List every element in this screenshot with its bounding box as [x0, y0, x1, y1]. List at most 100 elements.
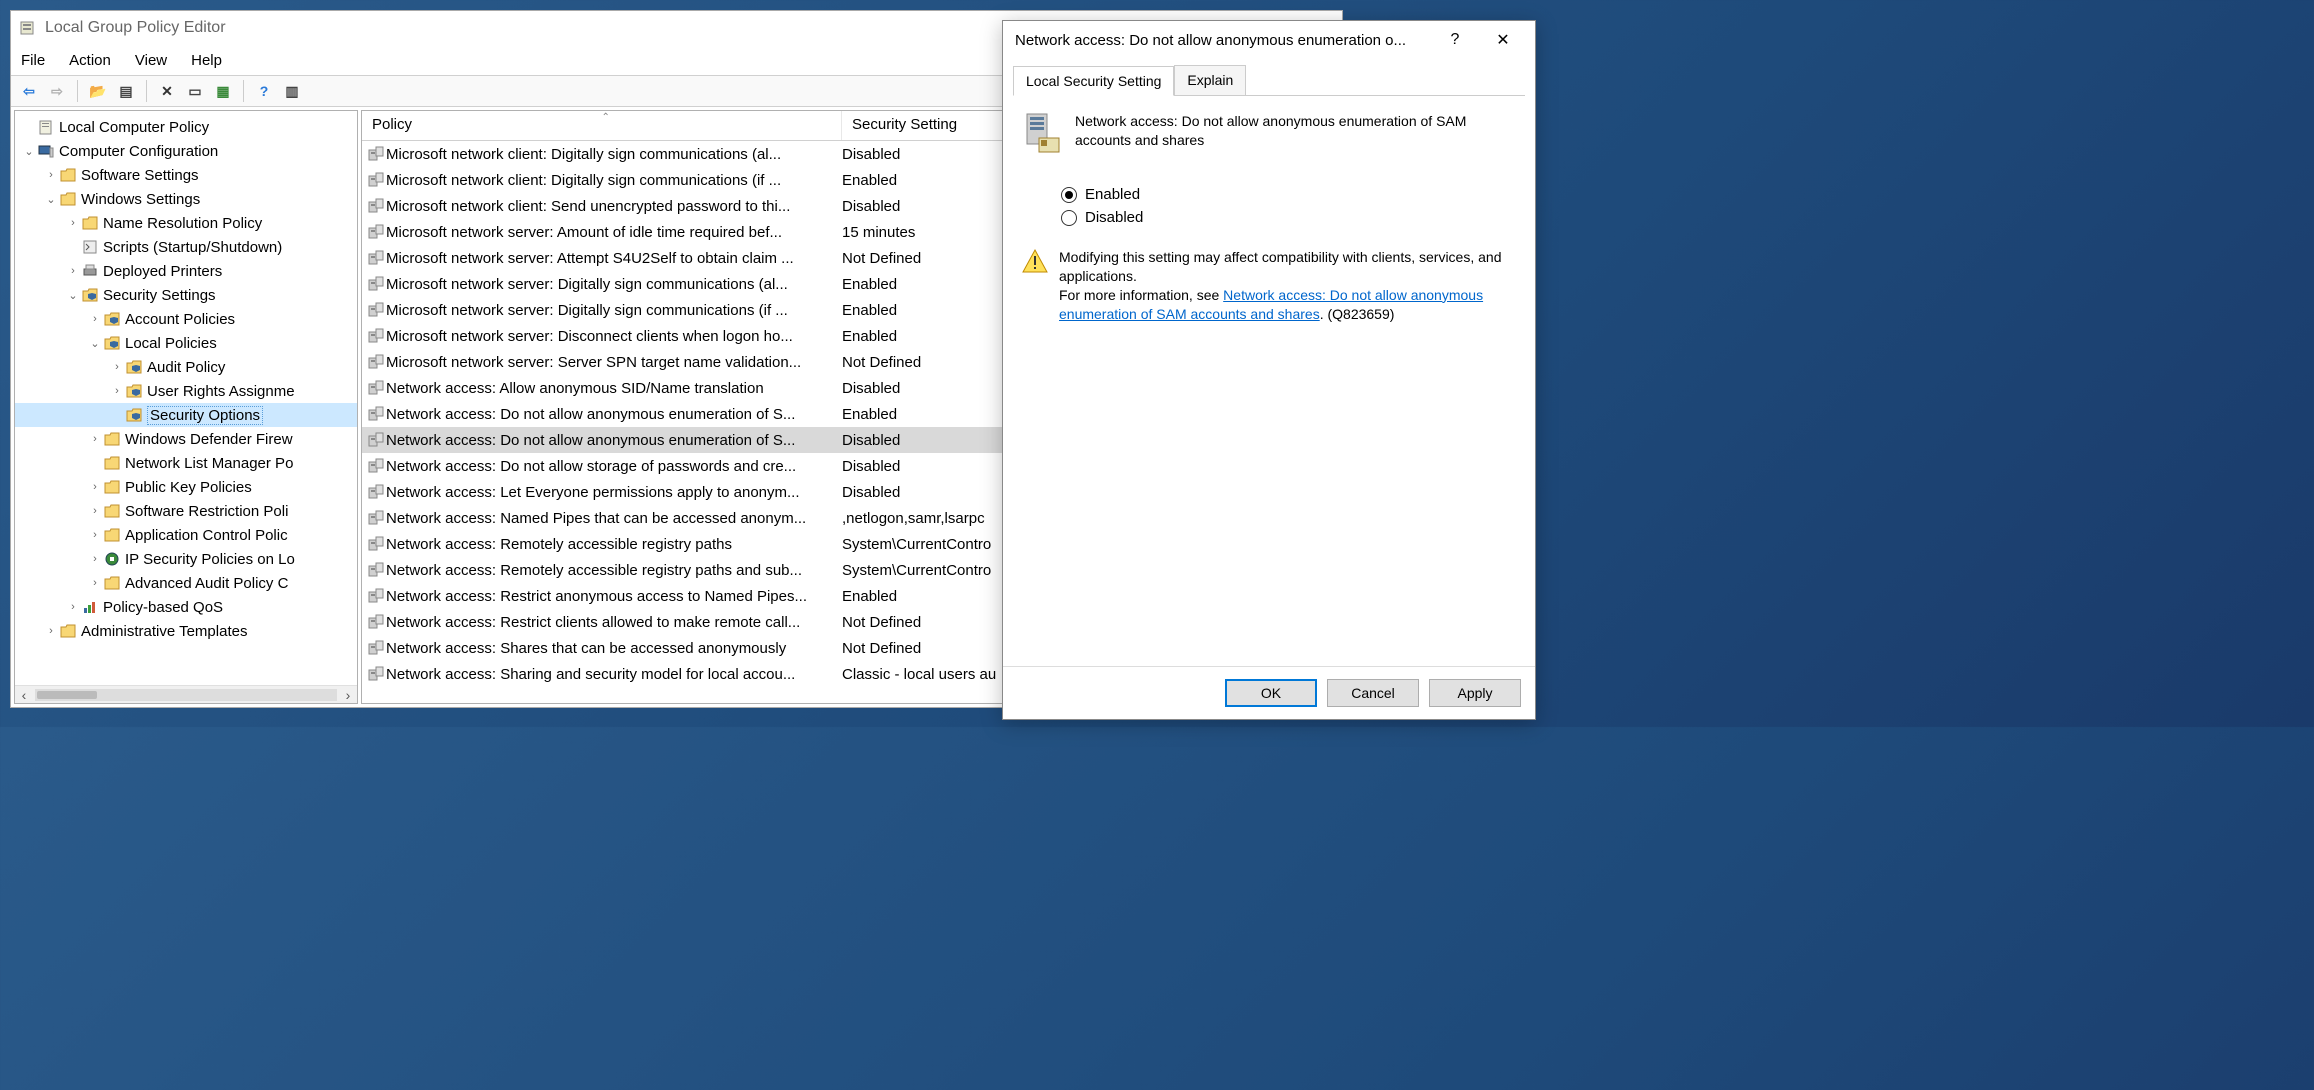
- tree-node-label: IP Security Policies on Lo: [125, 551, 295, 568]
- tree-node[interactable]: ⌄ Security Settings: [15, 283, 357, 307]
- chevron-down-icon[interactable]: ⌄: [43, 193, 59, 206]
- tree-node-label: User Rights Assignme: [147, 383, 295, 400]
- chevron-right-icon[interactable]: ›: [87, 481, 103, 493]
- chevron-right-icon[interactable]: ›: [43, 169, 59, 181]
- delete-icon[interactable]: ✕: [155, 79, 179, 103]
- dialog-titlebar: Network access: Do not allow anonymous e…: [1003, 21, 1535, 59]
- scroll-left-icon[interactable]: ‹: [15, 687, 33, 703]
- tree-node[interactable]: › User Rights Assignme: [15, 379, 357, 403]
- radio-disabled[interactable]: Disabled: [1061, 209, 1517, 226]
- tree-node-label: Deployed Printers: [103, 263, 222, 280]
- show-hide-tree-icon[interactable]: ▤: [114, 79, 138, 103]
- policy-name: Network access: Remotely accessible regi…: [386, 562, 842, 579]
- up-folder-icon[interactable]: 📂: [86, 79, 110, 103]
- chevron-right-icon[interactable]: ›: [65, 265, 81, 277]
- menu-file[interactable]: File: [21, 52, 45, 69]
- tree-node[interactable]: Scripts (Startup/Shutdown): [15, 235, 357, 259]
- properties-icon[interactable]: ▭: [183, 79, 207, 103]
- tree-node[interactable]: › Deployed Printers: [15, 259, 357, 283]
- scroll-right-icon[interactable]: ›: [339, 687, 357, 703]
- qos-icon: [81, 599, 99, 615]
- chevron-right-icon[interactable]: ›: [109, 361, 125, 373]
- chevron-right-icon[interactable]: ›: [87, 505, 103, 517]
- apply-label: Apply: [1457, 685, 1492, 701]
- chevron-right-icon[interactable]: ›: [87, 313, 103, 325]
- tree-node[interactable]: ⌄Local Policies: [15, 331, 357, 355]
- tree-node-label: Account Policies: [125, 311, 235, 328]
- tree-node-label: Advanced Audit Policy C: [125, 575, 288, 592]
- policy-name: Microsoft network client: Send unencrypt…: [386, 198, 842, 215]
- tree-node-label: Security Settings: [103, 287, 216, 304]
- apply-button[interactable]: Apply: [1429, 679, 1521, 707]
- help-icon[interactable]: ?: [1435, 31, 1475, 49]
- policy-item-icon: [366, 380, 386, 396]
- scroll-thumb[interactable]: [35, 689, 337, 701]
- cancel-button[interactable]: Cancel: [1327, 679, 1419, 707]
- chevron-right-icon[interactable]: ›: [87, 433, 103, 445]
- policy-item-icon: [366, 406, 386, 422]
- close-icon[interactable]: ✕: [1483, 30, 1523, 50]
- tree-node[interactable]: Network List Manager Po: [15, 451, 357, 475]
- chevron-right-icon[interactable]: ›: [43, 625, 59, 637]
- folder-icon: [103, 455, 121, 471]
- tree-node[interactable]: › Account Policies: [15, 307, 357, 331]
- tree-node[interactable]: › Administrative Templates: [15, 619, 357, 643]
- column-header-setting-label: Security Setting: [852, 116, 957, 133]
- policy-item-icon: [366, 510, 386, 526]
- radio-dot-icon: [1061, 187, 1077, 203]
- back-icon[interactable]: ⇦: [17, 79, 41, 103]
- tree-node[interactable]: ›Policy-based QoS: [15, 595, 357, 619]
- ok-button[interactable]: OK: [1225, 679, 1317, 707]
- policy-item-icon: [366, 562, 386, 578]
- warning-line1: Modifying this setting may affect compat…: [1059, 249, 1501, 284]
- tree[interactable]: Local Computer Policy⌄Computer Configura…: [15, 111, 357, 685]
- forward-icon[interactable]: ⇨: [45, 79, 69, 103]
- help-icon[interactable]: ?: [252, 79, 276, 103]
- menu-help[interactable]: Help: [191, 52, 222, 69]
- tree-hscrollbar[interactable]: ‹ ›: [15, 685, 357, 703]
- show-hide-action-pane-icon[interactable]: ▥: [280, 79, 304, 103]
- tree-node[interactable]: ›Application Control Polic: [15, 523, 357, 547]
- chevron-down-icon[interactable]: ⌄: [87, 337, 103, 350]
- chevron-right-icon[interactable]: ›: [65, 601, 81, 613]
- dialog-buttons: OK Cancel Apply: [1003, 666, 1535, 719]
- tree-node[interactable]: ›Windows Defender Firew: [15, 427, 357, 451]
- policy-name: Network access: Restrict anonymous acces…: [386, 588, 842, 605]
- tree-node[interactable]: ⌄Windows Settings: [15, 187, 357, 211]
- warning-block: Modifying this setting may affect compat…: [1021, 248, 1517, 324]
- tree-node[interactable]: ›Software Restriction Poli: [15, 499, 357, 523]
- policy-item-icon: [366, 276, 386, 292]
- tree-node[interactable]: ›Name Resolution Policy: [15, 211, 357, 235]
- policy-name: Microsoft network client: Digitally sign…: [386, 146, 842, 163]
- warning-icon: [1021, 248, 1049, 274]
- policy-name: Network access: Remotely accessible regi…: [386, 536, 842, 553]
- menu-view[interactable]: View: [135, 52, 167, 69]
- tree-node[interactable]: ›Audit Policy: [15, 355, 357, 379]
- tree-node[interactable]: Local Computer Policy: [15, 115, 357, 139]
- chevron-right-icon[interactable]: ›: [87, 529, 103, 541]
- tree-node[interactable]: Security Options: [15, 403, 357, 427]
- tree-node[interactable]: › IP Security Policies on Lo: [15, 547, 357, 571]
- tab-local-security-setting[interactable]: Local Security Setting: [1013, 66, 1174, 96]
- tab-explain[interactable]: Explain: [1174, 65, 1246, 95]
- chevron-right-icon[interactable]: ›: [109, 385, 125, 397]
- chevron-right-icon[interactable]: ›: [87, 553, 103, 565]
- tree-node[interactable]: ⌄Computer Configuration: [15, 139, 357, 163]
- chevron-right-icon[interactable]: ›: [87, 577, 103, 589]
- tree-node[interactable]: › Public Key Policies: [15, 475, 357, 499]
- tree-node-label: Public Key Policies: [125, 479, 252, 496]
- column-header-policy[interactable]: Policy ⌃: [362, 111, 842, 140]
- tree-node-label: Administrative Templates: [81, 623, 247, 640]
- chevron-down-icon[interactable]: ⌄: [21, 145, 37, 158]
- menu-action[interactable]: Action: [69, 52, 111, 69]
- policy-name: Network access: Shares that can be acces…: [386, 640, 842, 657]
- export-list-icon[interactable]: ▦: [211, 79, 235, 103]
- chevron-down-icon[interactable]: ⌄: [65, 289, 81, 302]
- tree-node[interactable]: › Advanced Audit Policy C: [15, 571, 357, 595]
- folder-icon: [59, 623, 77, 639]
- radio-enabled[interactable]: Enabled: [1061, 186, 1517, 203]
- folder-icon: [103, 503, 121, 519]
- shield-folder-icon: [125, 407, 143, 423]
- chevron-right-icon[interactable]: ›: [65, 217, 81, 229]
- tree-node[interactable]: ›Software Settings: [15, 163, 357, 187]
